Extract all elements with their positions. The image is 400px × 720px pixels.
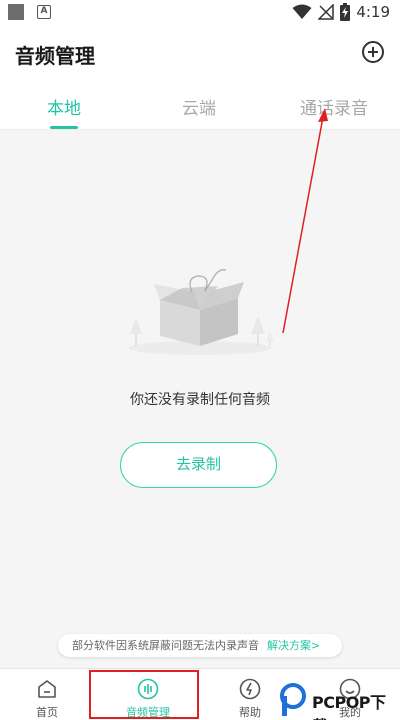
status-indicators: 4:19 [292,2,390,22]
empty-state-message: 你还没有录制任何音频 [130,392,270,408]
tab-cloud[interactable]: 云端 [182,94,216,119]
watermark-text: PCPOP下载 [312,693,386,720]
pcpop-logo-icon [280,683,306,716]
empty-box-illustration [128,269,274,355]
nav-label-home: 首页 [36,706,58,719]
no-signal-icon [318,4,335,20]
notice-text: 部分软件因系统屏蔽问题无法内录声音 [72,639,259,652]
tab-bar: 本地 云端 通话录音 [0,90,400,130]
app-header: 音频管理 本地 云端 通话录音 [0,24,400,130]
go-record-button[interactable]: 去录制 [120,442,277,488]
notice-bar: 部分软件因系统屏蔽问题无法内录声音 解决方案> [58,634,342,657]
clock: 4:19 [356,3,390,21]
nav-item-home[interactable]: 首页 [7,669,87,720]
nav-item-audio-management[interactable]: 音频管理 [108,669,188,720]
home-icon [38,680,56,698]
page-title: 音频管理 [15,44,95,68]
pcpop-watermark: PCPOP下载 [276,680,400,720]
plus-circle-icon[interactable] [362,41,384,63]
tab-call-recording[interactable]: 通话录音 [300,94,368,119]
status-bar: A 4:19 [0,0,400,24]
active-tab-indicator [50,126,78,129]
help-icon [239,678,261,700]
notification-a-icon: A [37,5,51,19]
audio-wave-icon [137,678,159,700]
wifi-icon [292,4,312,19]
tab-local[interactable]: 本地 [47,94,81,119]
notification-icon [8,4,24,20]
battery-charging-icon [340,3,351,21]
solution-link[interactable]: 解决方案> [267,639,320,652]
nav-label-audio-management: 音频管理 [126,706,170,719]
